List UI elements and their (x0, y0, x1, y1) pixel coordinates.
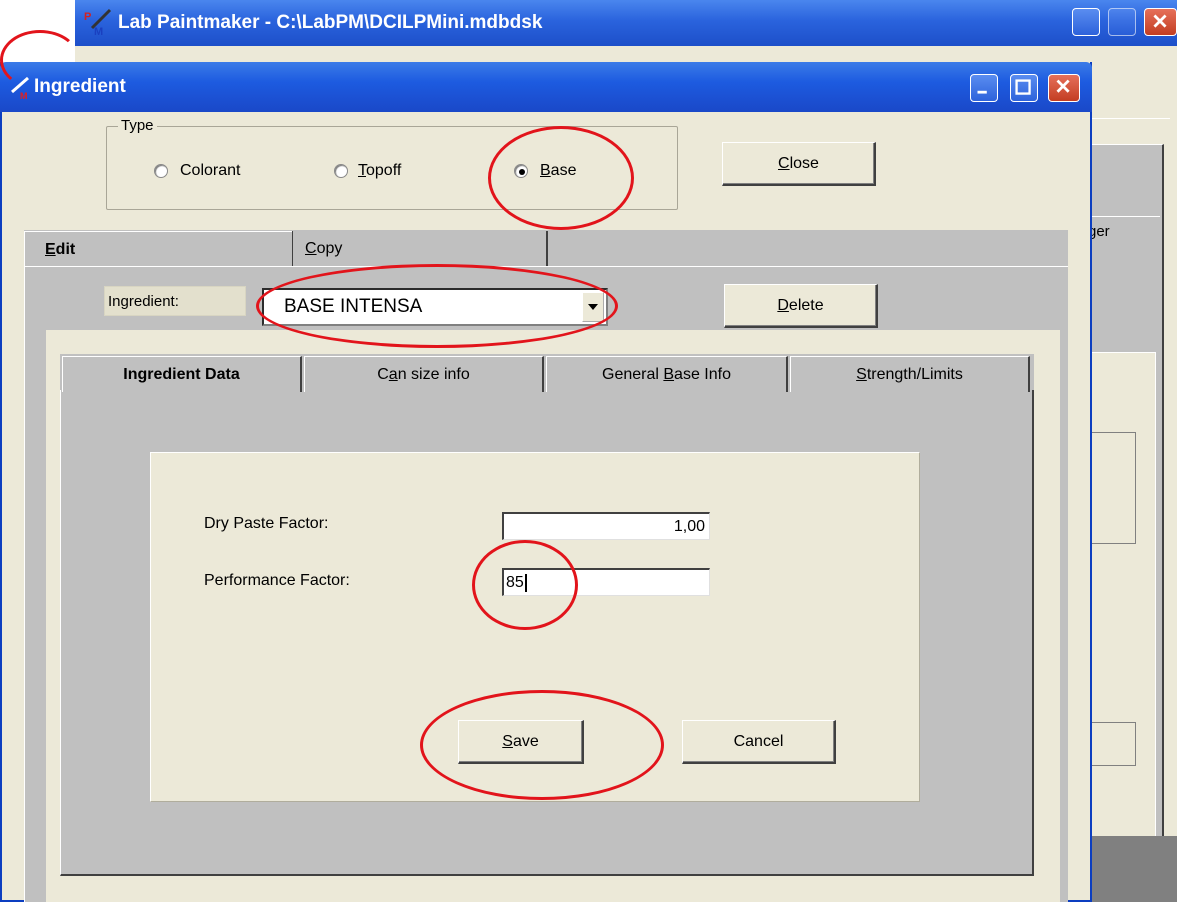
dialog-title: Ingredient (34, 76, 126, 97)
radio-colorant-label[interactable]: Colorant (180, 162, 240, 180)
radio-topoff-label[interactable]: Topoff (358, 162, 401, 180)
app-maximize-button[interactable] (1108, 8, 1136, 36)
tab-copy[interactable]: Copy (292, 231, 548, 267)
svg-text:M: M (20, 91, 28, 100)
background-tab-label[interactable]: ger (1080, 216, 1160, 252)
dialog-maximize-button[interactable] (1010, 74, 1038, 102)
radio-topoff[interactable] (334, 164, 348, 178)
ingredient-combo-value: BASE INTENSA (284, 296, 423, 317)
save-button[interactable]: Save (458, 720, 584, 764)
delete-button[interactable]: Delete (724, 284, 878, 328)
text-cursor (524, 573, 527, 592)
tab-general-base-info[interactable]: General Base Info (546, 356, 788, 392)
app-title: Lab Paintmaker - C:\LabPM\DCILPMini.mdbd… (118, 12, 543, 33)
performance-factor-value: 85 (506, 573, 524, 591)
dialog-app-icon: M (11, 76, 29, 100)
type-group-legend: Type (118, 117, 157, 134)
tab-strip-divider (548, 266, 1068, 267)
close-button[interactable]: Close (722, 142, 876, 186)
dry-paste-factor-input[interactable]: 1,00 (502, 512, 710, 540)
radio-colorant[interactable] (154, 164, 168, 178)
cancel-button[interactable]: Cancel (682, 720, 836, 764)
performance-factor-input[interactable]: 85 (502, 568, 710, 596)
app-background-panel: ger (1080, 68, 1177, 902)
minimize-icon (977, 90, 987, 94)
ingredient-label: Ingredient: (104, 286, 246, 316)
ingredient-dropdown-button[interactable] (582, 292, 604, 322)
radio-base-label[interactable]: Base (540, 162, 576, 180)
app-minimize-button[interactable] (1072, 8, 1100, 36)
svg-text:M: M (94, 26, 103, 38)
maximize-icon (1015, 79, 1031, 95)
desktop-area (0, 0, 75, 60)
close-icon (1056, 79, 1070, 93)
app-logo-icon: P M (84, 8, 112, 38)
dry-paste-factor-label: Dry Paste Factor: (204, 515, 329, 532)
svg-text:P: P (84, 11, 91, 23)
radio-base[interactable] (514, 164, 528, 178)
tab-ingredient-data[interactable]: Ingredient Data (62, 356, 302, 392)
performance-factor-label: Performance Factor: (204, 572, 350, 589)
dialog-close-button[interactable] (1048, 74, 1080, 102)
dialog-titlebar[interactable] (0, 62, 1092, 112)
tab-can-size-info[interactable]: Can size info (304, 356, 544, 392)
tab-strength-limits[interactable]: Strength/Limits (790, 356, 1030, 392)
dialog-minimize-button[interactable] (970, 74, 998, 102)
app-close-button[interactable] (1144, 8, 1177, 36)
radio-selected-dot (519, 169, 525, 175)
ingredient-combobox[interactable]: BASE INTENSA (262, 288, 608, 326)
close-icon (1153, 14, 1167, 28)
dry-paste-factor-value: 1,00 (673, 517, 705, 535)
tab-edit[interactable]: Edit (24, 231, 292, 267)
chevron-down-icon (588, 304, 598, 310)
